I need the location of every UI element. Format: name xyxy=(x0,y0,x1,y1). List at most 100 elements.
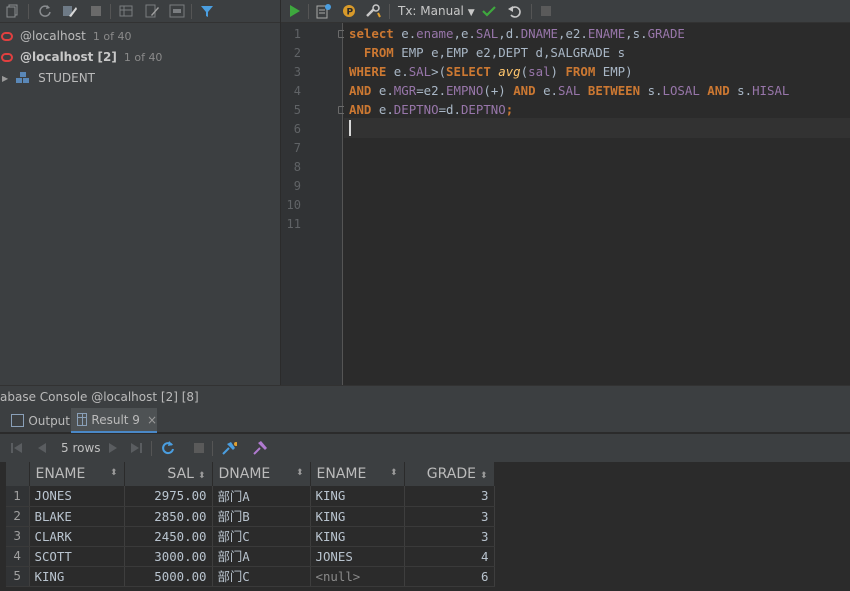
schema-student[interactable]: ▶ STUDENT xyxy=(0,68,95,88)
connection-localhost[interactable]: @localhost 1 of 40 xyxy=(0,26,131,46)
settings-icon[interactable] xyxy=(365,3,381,19)
schema-count: 1 of 40 xyxy=(92,29,132,43)
table-row[interactable]: 4 SCOTT 3000.00 部门A JONES 4 xyxy=(6,546,495,567)
cell-dname[interactable]: 部门A xyxy=(212,546,311,567)
row-number-header xyxy=(6,462,30,486)
table-row[interactable]: 1 JONES 2975.00 部门A KING 3 xyxy=(6,486,495,507)
line-number: 6 xyxy=(293,122,301,136)
result-grid-area: ENAME ⬍ SAL ⬍ DNAME ⬍ ENAME ⬍ GRADE ⬍ 1 JONES… xyxy=(0,462,850,591)
cell-grade[interactable]: 3 xyxy=(404,486,495,507)
toolbar-separator xyxy=(531,4,532,19)
line-number: 3 xyxy=(293,65,301,79)
cell-ename[interactable]: KING xyxy=(29,566,125,587)
cell-ename[interactable]: SCOTT xyxy=(29,546,125,567)
line-number: 4 xyxy=(293,84,301,98)
column-header-sal[interactable]: SAL ⬍ xyxy=(124,462,213,486)
cell-dname[interactable]: 部门B xyxy=(212,506,311,527)
toolbar-separator xyxy=(28,4,29,19)
svg-text:P: P xyxy=(347,8,354,18)
cell-ename[interactable]: JONES xyxy=(29,486,125,507)
rollback-icon[interactable] xyxy=(506,3,522,19)
first-page-icon[interactable] xyxy=(9,440,25,456)
cell-sal[interactable]: 5000.00 xyxy=(124,566,213,587)
transaction-mode-dropdown[interactable]: Tx: Manual ▼ xyxy=(398,3,475,19)
commit-icon[interactable] xyxy=(481,3,497,19)
tab-output[interactable]: Output xyxy=(0,408,70,433)
cell-dname[interactable]: 部门C xyxy=(212,526,311,547)
schema-icon xyxy=(16,72,30,84)
column-header-grade[interactable]: GRADE ⬍ xyxy=(404,462,495,486)
filter-icon[interactable] xyxy=(199,3,215,19)
row-number: 1 xyxy=(6,486,30,507)
column-header-dname[interactable]: DNAME ⬍ xyxy=(212,462,311,486)
oracle-icon xyxy=(1,31,13,41)
dropdown-icon: ▼ xyxy=(467,8,475,18)
refresh-icon[interactable] xyxy=(37,3,53,19)
sql-editor[interactable]: select e.ename,e.SAL,d.DNAME,e2.ENAME,s.… xyxy=(344,23,850,385)
console-tab-bar: Output Result 9 × xyxy=(0,408,850,433)
cell-sal[interactable]: 2975.00 xyxy=(124,486,213,507)
reload-icon[interactable] xyxy=(160,440,176,456)
edit-properties-icon[interactable] xyxy=(62,3,78,19)
explain-plan-icon[interactable] xyxy=(316,3,332,19)
table-icon[interactable] xyxy=(118,3,134,19)
line-number: 1 xyxy=(293,27,301,41)
run-icon[interactable] xyxy=(286,3,302,19)
column-header-ename-2[interactable]: ENAME ⬍ xyxy=(310,462,405,486)
tab-label: Result 9 xyxy=(91,412,140,427)
cell-ename-2[interactable]: KING xyxy=(310,486,405,507)
column-header-ename[interactable]: ENAME ⬍ xyxy=(29,462,125,486)
code-line-5: AND e.DEPTNO=d.DEPTNO; xyxy=(349,102,514,117)
line-number: 2 xyxy=(293,46,301,60)
oracle-icon xyxy=(1,52,13,62)
line-number: 9 xyxy=(293,179,301,193)
connection-localhost-2[interactable]: @localhost [2] 1 of 40 xyxy=(0,47,162,67)
line-number-gutter: 1 2 3 4 5 6 7 8 9 10 11 xyxy=(281,23,346,385)
stop-icon[interactable] xyxy=(88,3,104,19)
cell-sal[interactable]: 2450.00 xyxy=(124,526,213,547)
grid-header-row: ENAME ⬍ SAL ⬍ DNAME ⬍ ENAME ⬍ GRADE ⬍ xyxy=(6,462,495,486)
cell-grade[interactable]: 3 xyxy=(404,526,495,547)
row-number: 2 xyxy=(6,506,30,527)
cell-ename-2-null[interactable]: <null> xyxy=(310,566,405,587)
table-row[interactable]: 3 CLARK 2450.00 部门C KING 3 xyxy=(6,526,495,547)
copy-icon[interactable] xyxy=(5,3,21,19)
p-icon[interactable]: P xyxy=(341,3,357,19)
cell-dname[interactable]: 部门C xyxy=(212,566,311,587)
cell-grade[interactable]: 4 xyxy=(404,546,495,567)
text-caret xyxy=(349,120,351,136)
editor-toolbar: P Tx: Manual ▼ xyxy=(281,0,850,23)
cell-grade[interactable]: 3 xyxy=(404,506,495,527)
prev-page-icon[interactable] xyxy=(34,440,50,456)
cell-ename[interactable]: CLARK xyxy=(29,526,125,547)
cell-ename-2[interactable]: KING xyxy=(310,526,405,547)
cell-ename-2[interactable]: JONES xyxy=(310,546,405,567)
cell-grade[interactable]: 6 xyxy=(404,566,495,587)
close-icon[interactable]: × xyxy=(147,413,157,427)
compare-icon[interactable] xyxy=(252,440,268,456)
toolbar-separator xyxy=(110,4,111,19)
table-icon xyxy=(77,413,88,426)
cell-sal[interactable]: 2850.00 xyxy=(124,506,213,527)
cell-dname[interactable]: 部门A xyxy=(212,486,311,507)
output-icon xyxy=(11,414,25,427)
tab-result-9[interactable]: Result 9 × xyxy=(71,408,157,433)
next-page-icon[interactable] xyxy=(105,440,121,456)
expand-arrow-icon[interactable]: ▶ xyxy=(2,74,8,83)
toolbar-separator xyxy=(212,441,213,456)
last-page-icon[interactable] xyxy=(128,440,144,456)
table-row[interactable]: 5 KING 5000.00 部门C <null> 6 xyxy=(6,566,495,587)
pin-icon[interactable] xyxy=(221,440,237,456)
table-row[interactable]: 2 BLAKE 2850.00 部门B KING 3 xyxy=(6,506,495,527)
stop-icon[interactable] xyxy=(191,440,207,456)
cell-ename[interactable]: BLAKE xyxy=(29,506,125,527)
current-line-highlight xyxy=(344,118,850,138)
edit-icon[interactable] xyxy=(144,3,160,19)
cell-sal[interactable]: 3000.00 xyxy=(124,546,213,567)
stop-icon[interactable] xyxy=(538,3,554,19)
sql-console-icon[interactable] xyxy=(169,3,185,19)
line-number: 5 xyxy=(293,103,301,117)
result-grid: ENAME ⬍ SAL ⬍ DNAME ⬍ ENAME ⬍ GRADE ⬍ 1 JONES… xyxy=(6,462,495,587)
transaction-mode-label: Tx: Manual xyxy=(398,4,464,18)
cell-ename-2[interactable]: KING xyxy=(310,506,405,527)
